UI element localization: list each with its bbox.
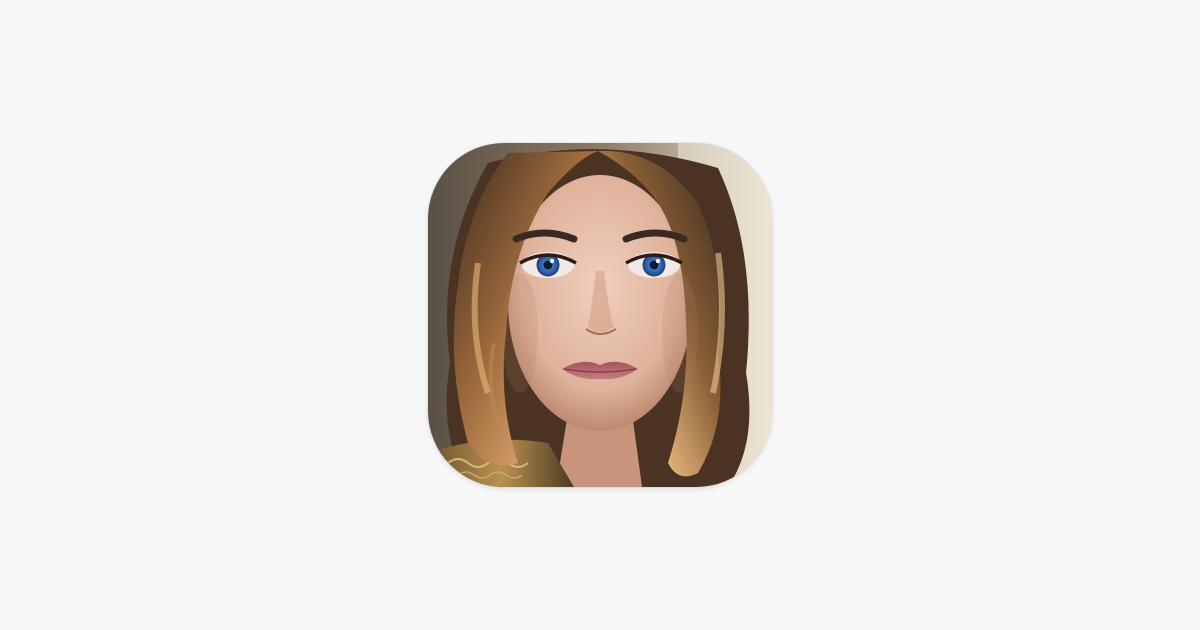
portrait-artwork-icon: [428, 143, 772, 487]
share-preview-canvas: [0, 0, 1200, 630]
app-icon[interactable]: [428, 143, 772, 487]
